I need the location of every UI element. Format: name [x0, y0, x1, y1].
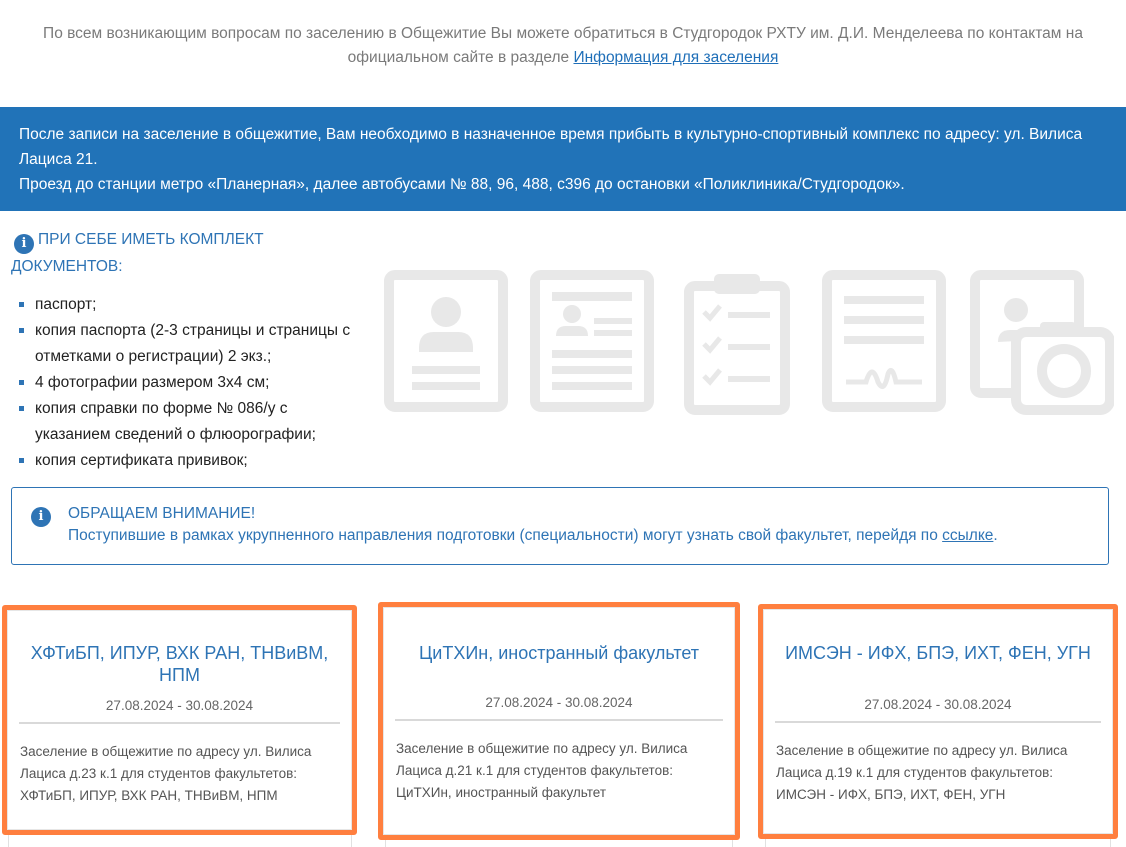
card-imsen[interactable]: ИМСЭН - ИФХ, БПЭ, ИХТ, ФЕН, УГН 27.08.20… — [758, 604, 1118, 839]
documents-heading: i ПРИ СЕБЕ ИМЕТЬ КОМПЛЕКТ ДОКУМЕНТОВ: — [11, 227, 311, 279]
list-item: паспорт; — [18, 292, 358, 318]
documents-illustration — [384, 270, 1124, 415]
notice-text: Поступившие в рамках укрупненного направ… — [68, 525, 1088, 547]
card-description: Заселение в общежитие по адресу ул. Вили… — [776, 743, 1068, 802]
card-frame-edge — [765, 839, 1111, 847]
card-date: 27.08.2024 - 30.08.2024 — [105, 698, 254, 713]
list-item: копия справки по форме № 086/у с указани… — [18, 396, 358, 448]
arrival-info-banner: После записи на заселение в общежитие, В… — [0, 107, 1126, 211]
card-title: ХФТиБП, ИПУР, ВХК РАН, ТНВиВМ, НПМ — [30, 643, 329, 685]
card-title: ЦиТХИн, иностранный факультет — [418, 643, 700, 663]
id-card-icon — [384, 270, 508, 412]
card-title: ИМСЭН - ИФХ, БПЭ, ИХТ, ФЕН, УГН — [785, 643, 1091, 663]
faculty-lookup-link[interactable]: ссылке — [942, 527, 993, 544]
notice-title: ОБРАЩАЕМ ВНИМАНИЕ! — [68, 505, 256, 522]
info-icon: i — [14, 234, 34, 254]
documents-heading-text: ПРИ СЕБЕ ИМЕТЬ КОМПЛЕКТ ДОКУМЕНТОВ: — [11, 231, 264, 275]
banner-address-text: После записи на заселение в общежитие, В… — [19, 126, 1083, 168]
intro-text-body: По всем возникающим вопросам по заселени… — [43, 25, 1083, 66]
card-citkhin[interactable]: ЦиТХИн, иностранный факультет 27.08.2024… — [378, 602, 740, 840]
notice-body: Поступившие в рамках укрупненного направ… — [68, 527, 943, 544]
list-item: копия сертификата прививок; — [18, 448, 358, 474]
card-frame-edge — [8, 835, 352, 847]
banner-directions-text: Проезд до станции метро «Планерная», дал… — [19, 176, 905, 193]
profile-document-icon — [530, 270, 654, 412]
list-item: 4 фотографии размером 3х4 см; — [18, 370, 358, 396]
attention-notice: i ОБРАЩАЕМ ВНИМАНИЕ! Поступившие в рамка… — [11, 487, 1109, 565]
card-date: 27.08.2024 - 30.08.2024 — [485, 695, 633, 710]
documents-list: паспорт; копия паспорта (2-3 страницы и … — [18, 292, 358, 474]
intro-text: По всем возникающим вопросам по заселени… — [0, 22, 1126, 70]
card-description: Заселение в общежитие по адресу ул. Вили… — [396, 741, 688, 800]
accommodation-info-link[interactable]: Информация для заселения — [573, 49, 778, 66]
list-item: копия паспорта (2-3 страницы и страницы … — [18, 318, 358, 370]
notice-tail: . — [993, 527, 998, 544]
info-icon: i — [31, 507, 51, 527]
signed-document-icon — [822, 270, 946, 412]
photo-camera-icon — [970, 270, 1114, 415]
card-frame-edge — [385, 840, 733, 847]
checklist-clipboard-icon — [684, 274, 790, 415]
card-description: Заселение в общежитие по адресу ул. Вили… — [20, 744, 312, 803]
card-date: 27.08.2024 - 30.08.2024 — [864, 697, 1012, 712]
card-hftibp[interactable]: ХФТиБП, ИПУР, ВХК РАН, ТНВиВМ, НПМ 27.08… — [2, 605, 357, 835]
